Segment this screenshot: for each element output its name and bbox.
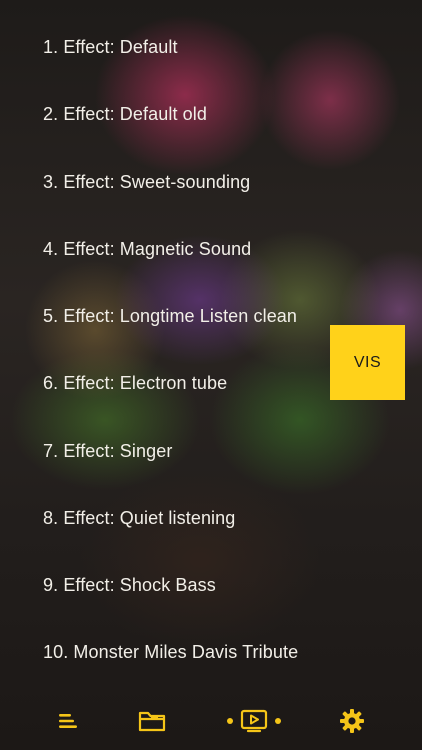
list-item-effect-default-old[interactable]: 2. Effect: Default old: [43, 100, 207, 128]
list-item-effect-shock-bass[interactable]: 9. Effect: Shock Bass: [43, 571, 216, 599]
menu-lines-icon: [59, 714, 77, 728]
vis-button[interactable]: VIS: [330, 325, 405, 400]
tab-files[interactable]: [136, 707, 168, 735]
list-item-monster-miles-davis-tribute[interactable]: 10. Monster Miles Davis Tribute: [43, 638, 298, 666]
tab-now-playing[interactable]: [224, 707, 284, 735]
list-item-effect-default[interactable]: 1. Effect: Default: [43, 33, 178, 61]
list-item-effect-longtime-listen-clean[interactable]: 5. Effect: Longtime Listen clean: [43, 302, 297, 330]
dot-right-icon: [275, 718, 281, 724]
tab-playlist[interactable]: [52, 707, 82, 735]
dot-left-icon: [227, 718, 233, 724]
play-screen-icon: [240, 709, 268, 733]
list-item-effect-electron-tube[interactable]: 6. Effect: Electron tube: [43, 369, 227, 397]
list-item-effect-sweet-sounding[interactable]: 3. Effect: Sweet-sounding: [43, 168, 250, 196]
list-item-effect-magnetic-sound[interactable]: 4. Effect: Magnetic Sound: [43, 235, 251, 263]
list-item-effect-quiet-listening[interactable]: 8. Effect: Quiet listening: [43, 504, 235, 532]
folder-icon: [138, 711, 166, 732]
list-item-effect-singer[interactable]: 7. Effect: Singer: [43, 437, 172, 465]
tab-bar: [0, 695, 422, 750]
tab-settings[interactable]: [336, 707, 368, 735]
gear-icon: [340, 709, 364, 733]
